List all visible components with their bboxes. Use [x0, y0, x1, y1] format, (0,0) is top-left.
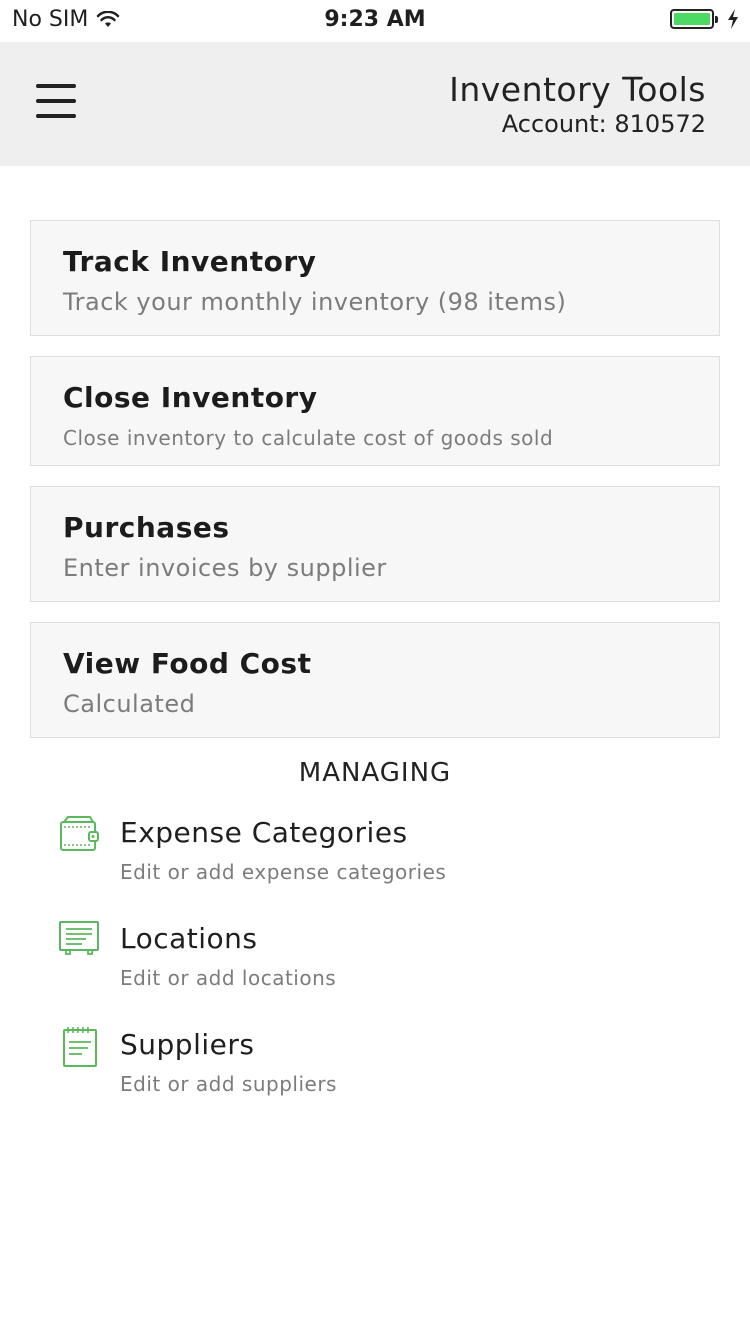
battery-tip: [715, 16, 718, 23]
page-title: Inventory Tools: [449, 70, 706, 109]
status-right: [670, 8, 740, 30]
expense-categories-item[interactable]: Expense Categories Edit or add expense c…: [58, 814, 718, 894]
manage-item-subtitle: Edit or add expense categories: [120, 860, 447, 884]
manage-item-title: Locations: [120, 922, 258, 955]
nav-bar: Inventory Tools Account: 810572: [0, 42, 750, 166]
menu-line: [36, 99, 76, 103]
close-inventory-card[interactable]: Close Inventory Close inventory to calcu…: [30, 356, 720, 466]
suppliers-item[interactable]: Suppliers Edit or add suppliers: [58, 1026, 718, 1106]
purchases-card[interactable]: Purchases Enter invoices by supplier: [30, 486, 720, 602]
manage-item-title: Expense Categories: [120, 816, 408, 849]
manage-item-title: Suppliers: [120, 1028, 255, 1061]
card-subtitle: Enter invoices by supplier: [63, 554, 387, 582]
card-title: Track Inventory: [63, 245, 317, 278]
charging-bolt-icon: [728, 9, 738, 29]
manage-item-subtitle: Edit or add locations: [120, 966, 337, 990]
wallet-icon: [60, 816, 99, 851]
manage-item-subtitle: Edit or add suppliers: [120, 1072, 337, 1096]
section-header-managing: MANAGING: [298, 758, 452, 788]
hamburger-icon[interactable]: [36, 84, 78, 118]
view-food-cost-card[interactable]: View Food Cost Calculated: [30, 622, 720, 738]
battery-fill: [674, 13, 710, 25]
status-bar: No SIM 9:23 AM: [0, 0, 750, 42]
card-subtitle: Close inventory to calculate cost of goo…: [63, 426, 554, 450]
track-inventory-card[interactable]: Track Inventory Track your monthly inven…: [30, 220, 720, 336]
card-subtitle: Calculated: [63, 690, 196, 718]
battery-icon: [670, 9, 718, 29]
status-time: 9:23 AM: [324, 7, 426, 32]
menu-line: [36, 114, 76, 118]
menu-line: [36, 84, 76, 88]
locations-item[interactable]: Locations Edit or add locations: [58, 920, 718, 1000]
card-title: Purchases: [63, 511, 230, 544]
card-title: View Food Cost: [63, 647, 312, 680]
account-number: Account: 810572: [501, 110, 706, 138]
card-title: Close Inventory: [63, 381, 318, 414]
notepad-icon: [63, 1027, 97, 1067]
receipt-icon: [59, 921, 99, 955]
card-subtitle: Track your monthly inventory (98 items): [63, 288, 567, 316]
